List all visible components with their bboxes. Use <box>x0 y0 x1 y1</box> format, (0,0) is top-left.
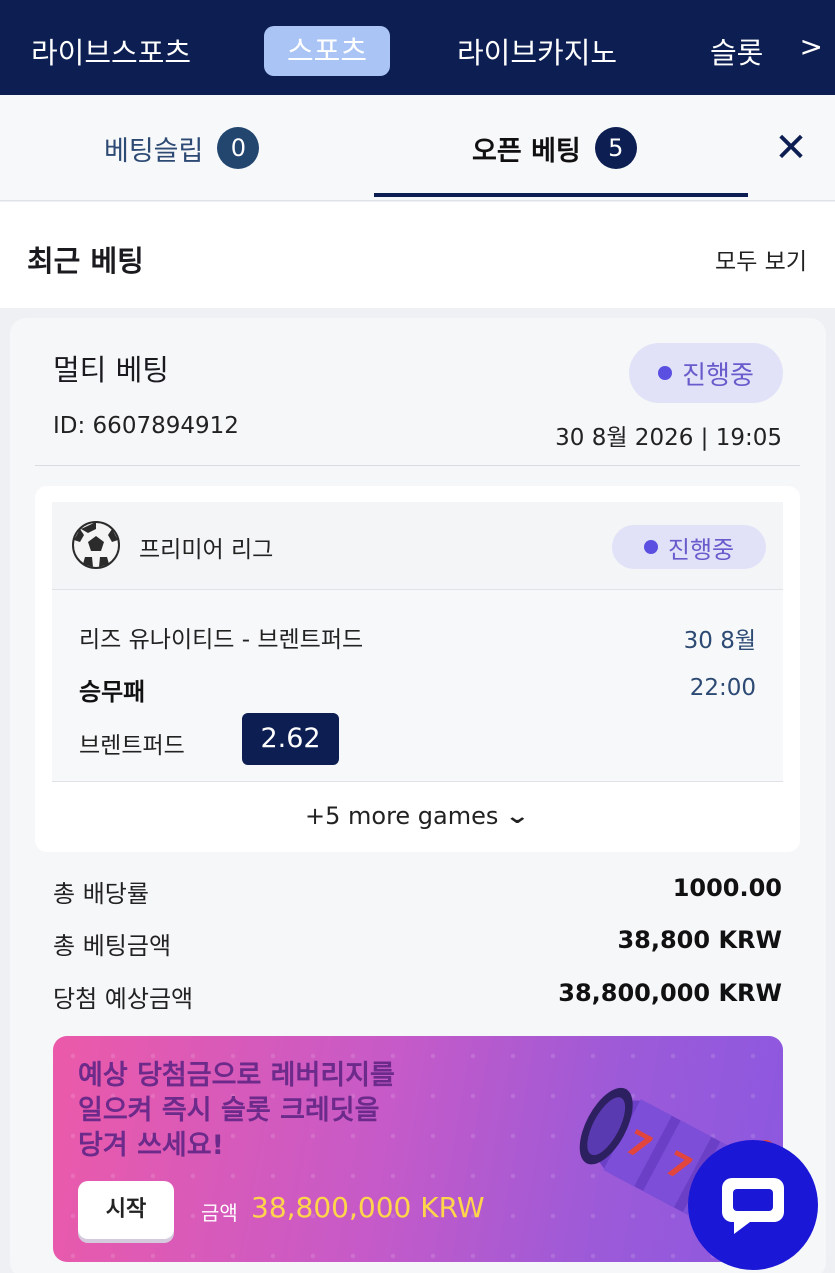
total-stake-label: 총 베팅금액 <box>53 932 172 960</box>
match-name: 리즈 유나이티드 - 브렌트퍼드 <box>79 627 364 653</box>
bet-id: ID: 6607894912 <box>53 413 239 439</box>
nav-live-casino[interactable]: 라이브카지노 <box>457 30 617 72</box>
bet-type: 멀티 베팅 <box>53 353 169 387</box>
divider <box>35 465 800 466</box>
potential-win-value: 38,800,000 KRW <box>558 979 782 1007</box>
tab-open-bets-label: 오픈 베팅 <box>472 135 581 167</box>
top-navigation: 라이브스포츠 스포츠 라이브카지노 슬롯 > <box>0 0 835 95</box>
league-status-label: 진행중 <box>667 535 735 564</box>
close-icon[interactable]: ✕ <box>771 128 811 168</box>
promo-amount-value: 38,800,000 KRW <box>251 1191 485 1224</box>
more-games-label: +5 more games <box>305 802 499 830</box>
more-games-toggle[interactable]: +5 more games ⌄ <box>305 802 531 830</box>
tab-open-bets-count: 5 <box>594 127 637 169</box>
active-tab-indicator <box>374 193 748 197</box>
odds-badge: 2.62 <box>242 713 339 765</box>
promo-text: 예상 당첨금으로 레버리지를 일으켜 즉시 슬롯 크레딧을 당겨 쓰세요! <box>78 1060 395 1161</box>
selection-name: 브렌트퍼드 <box>79 733 185 759</box>
view-all-link[interactable]: 모두 보기 <box>715 242 807 276</box>
status-badge-label: 진행중 <box>682 360 754 391</box>
nav-slots[interactable]: 슬롯 <box>710 30 763 72</box>
tab-betslip-count: 0 <box>217 127 260 169</box>
chat-bubble-icon <box>722 1178 784 1234</box>
nav-sports[interactable]: 스포츠 <box>264 26 390 76</box>
total-stake-value: 38,800 KRW <box>617 926 782 954</box>
status-dot-icon <box>658 366 673 380</box>
market-name: 승무패 <box>79 678 146 706</box>
recent-bets-header: 최근 베팅 모두 보기 <box>0 202 835 308</box>
promo-banner[interactable]: 예상 당첨금으로 레버리지를 일으켜 즉시 슬롯 크레딧을 당겨 쓰세요! 7 … <box>53 1036 783 1262</box>
potential-win-label: 당첨 예상금액 <box>53 985 194 1013</box>
match-time: 22:00 <box>689 675 756 701</box>
league-status-badge: 진행중 <box>612 525 766 569</box>
tab-open-bets[interactable]: 오픈 베팅 5 <box>472 127 637 169</box>
start-button[interactable]: 시작 <box>78 1181 174 1239</box>
league-name: 프리미어 리그 <box>139 537 274 563</box>
nav-live-sports[interactable]: 라이브스포츠 <box>31 30 191 72</box>
soccer-ball-icon <box>72 521 120 569</box>
nav-more-arrow-icon[interactable]: > <box>800 30 823 63</box>
tab-betslip[interactable]: 베팅슬립 0 <box>104 127 260 169</box>
status-dot-icon <box>643 540 658 554</box>
bet-datetime: 30 8월 2026 | 19:05 <box>555 425 782 451</box>
chat-button[interactable] <box>688 1140 818 1270</box>
total-odds-value: 1000.00 <box>672 874 782 902</box>
match-date: 30 8월 <box>683 628 756 654</box>
total-odds-label: 총 배당률 <box>53 880 149 908</box>
chevron-down-icon: ⌄ <box>504 803 531 829</box>
betslip-tabs: 베팅슬립 0 오픈 베팅 5 <box>0 95 835 201</box>
tab-betslip-label: 베팅슬립 <box>104 135 204 167</box>
recent-bets-title: 최근 베팅 <box>27 244 144 278</box>
promo-amount-label: 금액 <box>201 1201 238 1225</box>
status-badge: 진행중 <box>629 343 783 403</box>
